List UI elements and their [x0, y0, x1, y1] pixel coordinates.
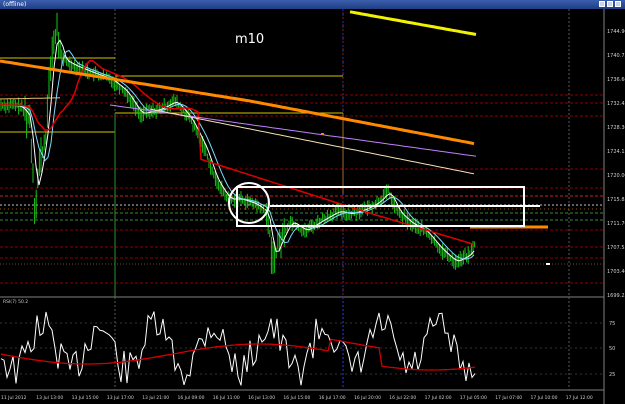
price-label: 1720.00 [607, 173, 625, 179]
marker-dot [321, 133, 324, 135]
time-label: 16 Jul 15:00 [283, 395, 310, 401]
time-label: 17 Jul 07:00 [495, 395, 522, 401]
price-label: 1728.30 [607, 125, 625, 131]
rsi-line [0, 311, 476, 386]
time-label: 17 Jul 02:00 [425, 395, 452, 401]
rsi-indicator [0, 311, 476, 386]
annotation-label: m10 [235, 32, 264, 47]
ma-orange-line [0, 59, 475, 146]
marker-dot [546, 263, 550, 265]
time-axis: 11 Jul 2012 13 Jul 13:00 13 Jul 15:00 13 Ju… [1, 395, 593, 401]
price-axis: 1744.90 1740.75 1736.60 1732.45 1728.30 1724.… [607, 29, 625, 299]
title-bar: (offline) [0, 0, 625, 9]
maximize-button[interactable] [607, 1, 613, 7]
rsi-signal-line [0, 338, 476, 371]
time-label: 11 Jul 2012 [1, 395, 27, 401]
time-label: 16 Jul 09:00 [178, 395, 205, 401]
indicator-level-label: 50 [609, 346, 615, 352]
time-label: 17 Jul 12:00 [566, 395, 593, 401]
time-label: 16 Jul 20:00 [354, 395, 381, 401]
ma-wheat-line [149, 108, 475, 175]
price-label: 1744.90 [607, 29, 625, 35]
time-label: 17 Jul 10:00 [531, 395, 558, 401]
time-label: 13 Jul 21:00 [142, 395, 169, 401]
indicator-level-label: 25 [609, 372, 615, 378]
chart-window: (offline) m10 1744.9 1740.7 1736.6 1732.… [0, 0, 625, 404]
price-label: 1711.70 [607, 221, 625, 227]
ma-yellow-line [349, 10, 477, 36]
time-label: 16 Jul 22:00 [389, 395, 416, 401]
indicator-label: RSI(7) 50.2 [3, 299, 28, 305]
time-label: 13 Jul 13:00 [36, 395, 63, 401]
candles [0, 12, 476, 274]
minimize-button[interactable] [599, 1, 605, 7]
price-chart[interactable]: m10 1744.901740.751736.601732.451728.301… [0, 9, 625, 404]
session-lines [114, 9, 570, 390]
time-label: 17 Jul 05:00 [460, 395, 487, 401]
time-label: 16 Jul 17:00 [319, 395, 346, 401]
price-label: 1699.25 [607, 293, 625, 299]
level-lines [0, 94, 604, 284]
window-title: (offline) [3, 1, 27, 8]
price-label: 1707.55 [607, 245, 625, 251]
time-label: 13 Jul 17:00 [107, 395, 134, 401]
price-label: 1740.75 [607, 53, 625, 59]
price-label: 1732.45 [607, 101, 625, 107]
close-button[interactable] [615, 1, 621, 7]
price-label: 1715.85 [607, 197, 625, 203]
price-label: 1736.60 [607, 77, 625, 83]
price-label: 1703.40 [607, 269, 625, 275]
price-label: 1724.15 [607, 149, 625, 155]
ma-cyan-line [0, 49, 475, 260]
time-label: 16 Jul 13:00 [248, 395, 275, 401]
indicator-level-label: 75 [609, 321, 615, 327]
time-label: 16 Jul 11:00 [213, 395, 240, 401]
time-label: 13 Jul 15:00 [72, 395, 99, 401]
